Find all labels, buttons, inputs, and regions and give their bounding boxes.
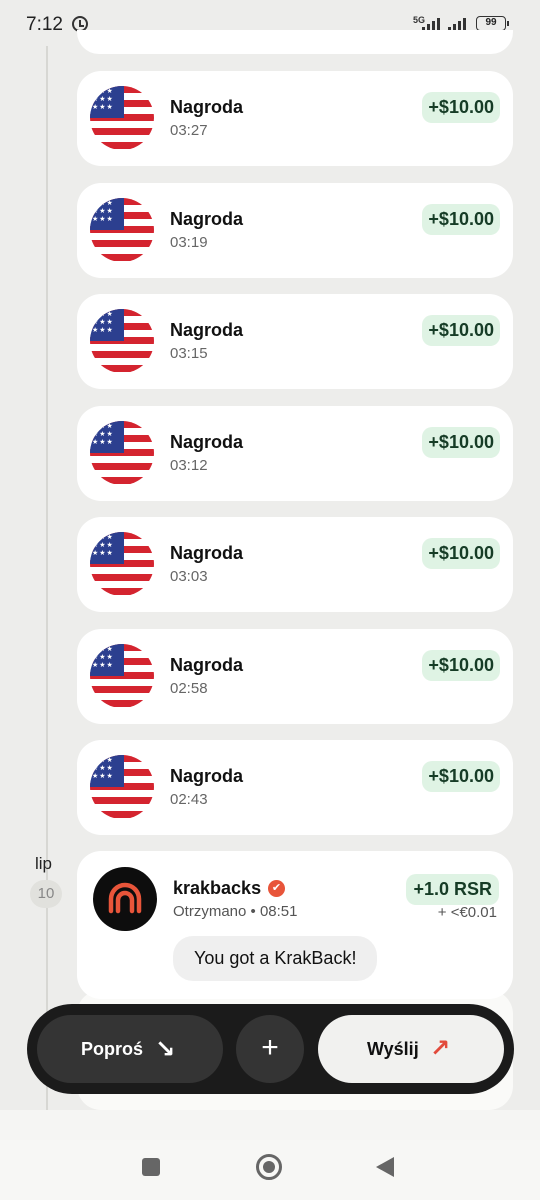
transaction-subtitle: Otrzymano • 08:51 xyxy=(173,903,298,920)
timeline-line xyxy=(46,46,48,1136)
amount-badge: +$10.00 xyxy=(422,92,500,123)
home-icon[interactable] xyxy=(256,1154,282,1180)
back-icon[interactable] xyxy=(376,1157,394,1177)
signal-icon xyxy=(422,17,442,31)
transaction-time: 03:03 xyxy=(170,568,208,585)
amount-badge: +$10.00 xyxy=(422,315,500,346)
transaction-time: 02:58 xyxy=(170,680,208,697)
amount-badge: +$10.00 xyxy=(422,761,500,792)
transaction-title: Nagroda xyxy=(170,655,244,675)
amount-badge: +$10.00 xyxy=(422,204,500,235)
date-month: lip xyxy=(35,854,53,873)
transaction-time: 02:43 xyxy=(170,791,208,808)
transaction-title: Nagroda xyxy=(170,766,244,786)
amount-badge: +1.0 RSR xyxy=(406,874,499,905)
krakbacks-logo-icon xyxy=(93,867,157,931)
transaction-card[interactable]: ★★★ ★★★ ★★★ Nagroda 02:58 +$10.00 xyxy=(77,629,513,724)
amount-badge: +$10.00 xyxy=(422,538,500,569)
amount-badge: +$10.00 xyxy=(422,427,500,458)
transaction-card[interactable]: ★★★ ★★★ ★★★ Nagroda 03:03 +$10.00 xyxy=(77,517,513,612)
us-flag-icon: ★★★ ★★★ ★★★ xyxy=(90,532,154,596)
transaction-time: 03:19 xyxy=(170,234,208,251)
send-button[interactable]: Wyślij ↗ xyxy=(318,1015,504,1083)
request-button[interactable]: Poproś ↘ xyxy=(37,1015,223,1083)
transaction-time: 03:12 xyxy=(170,457,208,474)
recent-apps-icon[interactable] xyxy=(142,1158,160,1176)
battery-icon: 99 xyxy=(476,16,509,31)
transaction-title: Nagroda xyxy=(170,432,244,452)
us-flag-icon: ★★★ ★★★ ★★★ xyxy=(90,86,154,150)
us-flag-icon: ★★★ ★★★ ★★★ xyxy=(90,198,154,262)
transaction-card[interactable]: ★★★ ★★★ ★★★ Nagroda 03:27 +$10.00 xyxy=(77,71,513,166)
transaction-card[interactable]: ★★★ ★★★ ★★★ Nagroda 03:19 +$10.00 xyxy=(77,183,513,278)
sender-name: krakbacks xyxy=(173,878,262,898)
arrow-up-right-icon: ↗ xyxy=(430,1035,451,1062)
date-day-badge: 10 xyxy=(30,880,62,908)
krakback-card[interactable]: krakbacks ✔ Otrzymano • 08:51 +1.0 RSR +… xyxy=(77,851,513,999)
send-label: Wyślij xyxy=(367,1039,419,1059)
transaction-title: Nagroda xyxy=(170,209,244,229)
signal-icon xyxy=(448,17,468,31)
add-button[interactable]: + xyxy=(236,1015,304,1083)
action-bar: Poproś ↘ + Wyślij ↗ xyxy=(27,1004,514,1094)
message-bubble: You got a KrakBack! xyxy=(173,936,378,981)
status-time: 7:12 xyxy=(26,14,63,35)
us-flag-icon: ★★★ ★★★ ★★★ xyxy=(90,309,154,373)
us-flag-icon: ★★★ ★★★ ★★★ xyxy=(90,644,154,708)
transaction-title: Nagroda xyxy=(170,543,244,563)
transaction-time: 03:15 xyxy=(170,345,208,362)
verified-badge-icon: ✔ xyxy=(268,880,285,897)
list-fade xyxy=(0,1110,540,1140)
us-flag-icon: ★★★ ★★★ ★★★ xyxy=(90,421,154,485)
system-nav-bar xyxy=(0,1140,540,1200)
fiat-value: + <€0.01 xyxy=(437,904,497,921)
transaction-card-partial[interactable] xyxy=(77,30,513,54)
transaction-card[interactable]: ★★★ ★★★ ★★★ Nagroda 02:43 +$10.00 xyxy=(77,740,513,835)
request-label: Poproś xyxy=(81,1039,144,1059)
us-flag-icon: ★★★ ★★★ ★★★ xyxy=(90,755,154,819)
transaction-card[interactable]: ★★★ ★★★ ★★★ Nagroda 03:12 +$10.00 xyxy=(77,406,513,501)
transaction-title: Nagroda xyxy=(170,320,244,340)
transaction-card[interactable]: ★★★ ★★★ ★★★ Nagroda 03:15 +$10.00 xyxy=(77,294,513,389)
transaction-time: 03:27 xyxy=(170,122,208,139)
transaction-title: Nagroda xyxy=(170,97,244,117)
arrow-down-right-icon: ↘ xyxy=(155,1036,176,1063)
amount-badge: +$10.00 xyxy=(422,650,500,681)
